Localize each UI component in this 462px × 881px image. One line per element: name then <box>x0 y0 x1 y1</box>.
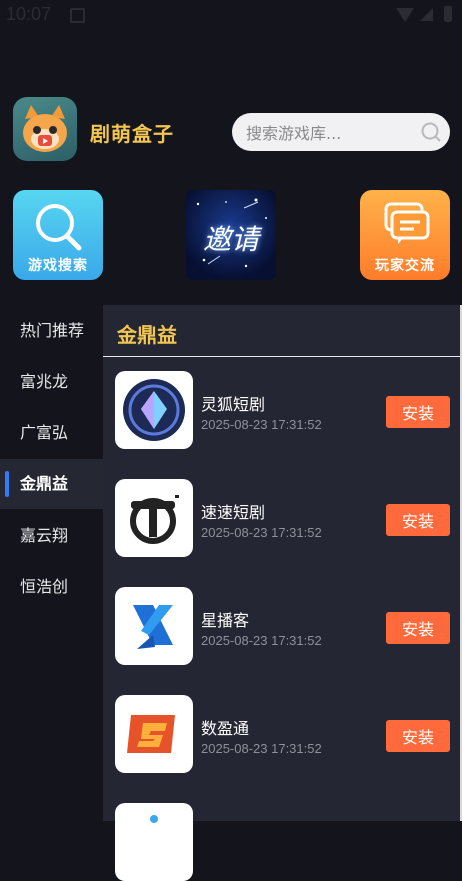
search-icon[interactable] <box>420 121 442 143</box>
install-button[interactable]: 安装 <box>386 396 450 428</box>
lynx-app-icon <box>115 371 193 449</box>
game-name: 数盈通 <box>201 719 250 738</box>
player-chat-label: 玩家交流 <box>375 258 435 274</box>
list-item[interactable]: 数盈通 2025-08-23 17:31:52 安装 <box>103 695 460 773</box>
game-timestamp: 2025-08-23 17:31:52 <box>201 417 322 432</box>
sidebar-item-guangfuhong[interactable]: 广富弘 <box>0 408 103 458</box>
sidebar-item-fuzhaolong[interactable]: 富兆龙 <box>0 357 103 407</box>
game-timestamp: 2025-08-23 17:31:52 <box>201 741 322 756</box>
sidebar-item-label: 金鼎益 <box>20 474 69 493</box>
game-list-panel: 金鼎益 灵狐短剧 2025-08-23 17:31:52 安装 速速短剧 202… <box>103 305 460 881</box>
battery-icon <box>444 6 452 22</box>
player-chat-button[interactable]: 玩家交流 <box>360 190 450 280</box>
sidebar-item-label: 嘉云翔 <box>20 526 69 545</box>
sidebar-item-label: 富兆龙 <box>20 372 69 391</box>
invite-banner-button[interactable]: 邀请 <box>186 190 276 280</box>
install-button[interactable]: 安装 <box>386 612 450 644</box>
susu-app-icon <box>115 479 193 557</box>
game-timestamp: 2025-08-23 17:31:52 <box>201 525 322 540</box>
app-title: 剧萌盒子 <box>90 122 174 146</box>
status-time: 10:07 <box>6 4 52 24</box>
sidebar-item-hot[interactable]: 热门推荐 <box>0 306 103 356</box>
list-item[interactable]: 灵狐短剧 2025-08-23 17:31:52 安装 <box>103 371 460 449</box>
xingboke-app-icon <box>115 587 193 665</box>
cat-mascot-icon <box>23 105 67 152</box>
signal-icon <box>420 8 433 21</box>
category-sidebar: 热门推荐 富兆龙 广富弘 金鼎益 嘉云翔 恒浩创 <box>0 305 103 821</box>
partial-app-icon <box>115 803 193 881</box>
game-search-label: 游戏搜索 <box>28 258 88 274</box>
game-name: 速速短剧 <box>201 503 266 522</box>
sidebar-item-label: 恒浩创 <box>20 577 69 596</box>
list-item[interactable]: 星播客 2025-08-23 17:31:52 安装 <box>103 587 460 665</box>
invite-label: 邀请 <box>202 223 259 256</box>
sidebar-item-henghaochuang[interactable]: 恒浩创 <box>0 562 103 612</box>
divider <box>103 356 460 357</box>
game-timestamp: 2025-08-23 17:31:52 <box>201 633 322 648</box>
notification-icon <box>70 8 85 23</box>
shuyingtong-app-icon <box>115 695 193 773</box>
search-box[interactable] <box>232 113 450 153</box>
sidebar-item-jindingyi[interactable]: 金鼎益 <box>0 459 103 509</box>
search-input[interactable] <box>244 113 418 153</box>
game-name: 灵狐短剧 <box>201 395 266 414</box>
install-button[interactable]: 安装 <box>386 504 450 536</box>
panel-title: 金鼎益 <box>117 323 177 347</box>
install-button[interactable]: 安装 <box>386 720 450 752</box>
list-item[interactable]: 速速短剧 2025-08-23 17:31:52 安装 <box>103 479 460 557</box>
sidebar-item-jiayunxiang[interactable]: 嘉云翔 <box>0 511 103 561</box>
sidebar-item-label: 广富弘 <box>20 423 69 442</box>
game-name: 星播客 <box>201 611 250 630</box>
app-logo <box>13 97 77 161</box>
list-item[interactable] <box>103 803 460 881</box>
status-bar: 10:07 <box>0 0 462 30</box>
wifi-icon <box>396 8 414 22</box>
game-search-button[interactable]: 游戏搜索 <box>13 190 103 280</box>
sidebar-item-label: 热门推荐 <box>20 321 85 340</box>
active-indicator <box>5 471 9 497</box>
